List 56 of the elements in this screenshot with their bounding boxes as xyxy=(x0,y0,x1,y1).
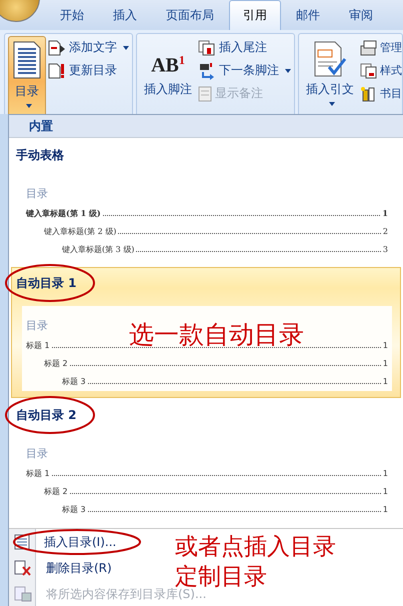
toc-entry: 键入章标题(第 1 级) xyxy=(26,208,101,219)
notes-icon xyxy=(198,86,212,102)
preview-heading: 目录 xyxy=(26,446,48,461)
arrow-down-right-icon xyxy=(198,62,216,80)
ribbon-tab[interactable]: 开始 xyxy=(46,0,98,30)
page-number: 1 xyxy=(382,359,388,368)
ribbon-tab[interactable]: 页面布局 xyxy=(152,0,228,30)
page-number: 2 xyxy=(382,227,388,236)
ribbon-button[interactable]: 管理 xyxy=(360,38,402,57)
ribbon-tab[interactable]: 插入 xyxy=(99,0,151,30)
ribbon-tab[interactable]: 引用 xyxy=(229,0,281,30)
document-check-icon xyxy=(313,41,347,77)
ribbon-button[interactable]: 插入引文 xyxy=(302,36,358,114)
gallery-title: 自动目录 2 xyxy=(16,407,77,424)
ribbon-button[interactable]: 目录 xyxy=(8,36,46,114)
page-number: 1 xyxy=(382,377,388,386)
page-cross-icon xyxy=(14,560,32,576)
ribbon-button[interactable]: 添加文字 xyxy=(48,38,129,57)
menu-item[interactable]: 删除目录(R) xyxy=(46,560,112,576)
toc-entry: 标题 1 xyxy=(26,468,50,479)
page-disk-icon xyxy=(14,586,32,602)
preview-heading: 目录 xyxy=(26,186,48,201)
toc-entry: 标题 3 xyxy=(62,504,86,515)
gallery-title: 自动目录 1 xyxy=(16,275,77,292)
document-icon xyxy=(12,41,42,79)
pages-icon xyxy=(360,62,378,78)
preview-heading: 目录 xyxy=(26,318,48,333)
ribbon-button[interactable]: 更新目录 xyxy=(48,61,129,80)
page-number: 1 xyxy=(382,487,388,496)
page-arrow-icon xyxy=(48,40,66,56)
page-exclamation-icon xyxy=(48,62,66,78)
page-number: 1 xyxy=(382,208,388,218)
ribbon-button[interactable]: 书目 xyxy=(360,84,402,103)
ribbon-button[interactable]: AB$^{1}$ 插入脚注 xyxy=(140,36,196,114)
annotation-text: 选一款自动目录 xyxy=(129,320,304,350)
toc-entry: 标题 3 xyxy=(62,376,86,387)
pages-icon xyxy=(198,40,216,56)
toc-entry: 键入章标题(第 3 级) xyxy=(62,244,134,255)
page-number: 1 xyxy=(382,341,388,350)
ribbon-tab[interactable]: 邮件 xyxy=(282,0,334,30)
ribbon-button[interactable]: 插入尾注 xyxy=(198,38,291,57)
toc-entry: 标题 2 xyxy=(44,486,68,497)
footnote-icon: AB$^{1}$ xyxy=(151,41,185,77)
ribbon-tab[interactable]: 审阅 xyxy=(335,0,387,30)
toc-entry: 键入章标题(第 2 级) xyxy=(44,226,116,237)
page-number: 1 xyxy=(382,505,388,514)
page-number: 3 xyxy=(382,245,388,254)
ribbon-button[interactable]: 样式 xyxy=(360,61,402,80)
ribbon-button[interactable]: 下一条脚注 xyxy=(198,61,291,80)
annotation-text: 或者点插入目录 定制目录 xyxy=(175,533,336,590)
toc-entry: 标题 1 xyxy=(26,340,50,351)
page-number: 1 xyxy=(382,469,388,478)
gallery-title: 手动表格 xyxy=(16,147,64,164)
toc-entry: 标题 2 xyxy=(44,358,68,369)
section-header: 内置 xyxy=(9,115,403,138)
stack-icon xyxy=(360,40,378,56)
